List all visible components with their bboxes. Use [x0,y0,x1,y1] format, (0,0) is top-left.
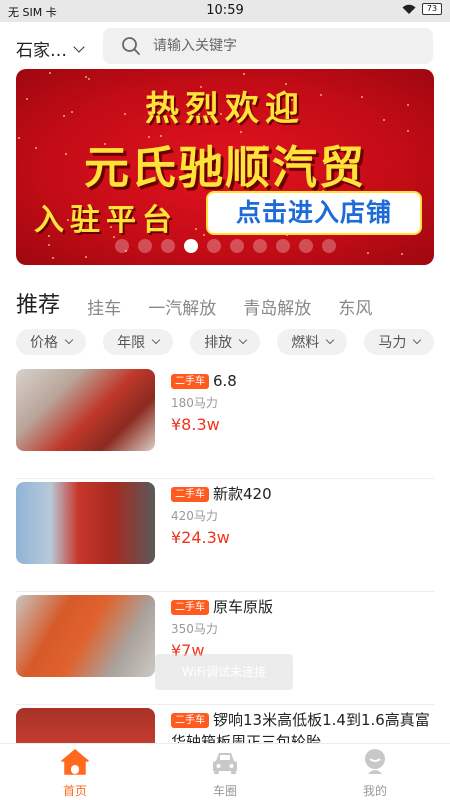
filter-emission[interactable]: 排放 [190,329,261,355]
vehicle-title: 新款420 [213,485,272,503]
status-indicators: 73 [402,3,442,15]
vehicle-list: 二手车 6.8 180马力 ¥8.3w 二手车 新款420 420马力 ¥24.3w… [16,366,434,800]
city-label: 石家… [16,41,67,61]
vehicle-thumbnail [16,482,155,564]
category-tabs: 推荐 挂车 一汽解放 青岛解放 东风 [16,287,450,323]
nav-home[interactable]: 首页 [35,748,115,799]
banner-welcome-text: 热烈欢迎 [145,89,305,129]
wifi-debug-toast: WiFi调试未连接 [155,654,293,690]
carousel-dot[interactable] [114,239,129,253]
filter-label: 燃料 [291,335,320,351]
chevron-down-icon [151,335,161,345]
filter-label: 价格 [30,335,58,351]
search-bar[interactable] [103,28,433,64]
chevron-down-icon [326,335,335,345]
used-car-badge: 二手车 [171,374,209,389]
home-icon [61,749,89,775]
battery-icon: 73 [422,3,442,15]
header: 石家… [0,22,450,68]
carousel-dot[interactable] [321,239,336,253]
banner-sparkle [85,76,87,78]
vehicle-thumbnail [16,595,155,677]
banner-sparkle [85,256,87,258]
nav-car-circle[interactable]: 车圈 [185,748,265,799]
nav-profile-label: 我的 [362,784,387,798]
banner-sparkle [401,253,403,255]
nav-home-label: 首页 [62,784,87,798]
vehicle-horsepower: 180马力 [171,396,218,410]
banner-sparkle [195,228,197,230]
status-bar: 无 SIM 卡 10:59 73 [0,0,450,22]
filter-price[interactable]: 价格 [16,329,86,355]
chevron-down-icon [413,335,422,345]
status-time: 10:59 [206,3,244,18]
banner-platform-text: 入驻平台 [34,203,178,238]
vehicle-title: 原车原版 [213,598,274,616]
bottom-nav: 首页 车圈 我的 [0,743,450,800]
filter-label: 马力 [378,335,407,351]
promo-banner[interactable]: 热烈欢迎 元氏驰顺汽贸 入驻平台 点击进入店铺 [16,69,434,265]
used-car-badge: 二手车 [171,487,209,502]
carousel-dot[interactable] [183,239,198,253]
vehicle-price: ¥24.3w [171,528,230,547]
filter-label: 年限 [117,335,146,351]
banner-shop-name: 元氏驰顺汽贸 [83,141,366,194]
search-input[interactable] [153,28,423,64]
carousel-dot[interactable] [275,239,290,253]
vehicle-horsepower: 420马力 [171,509,218,523]
tab-trailer[interactable]: 挂车 [87,294,121,319]
tab-dongfeng[interactable]: 东风 [338,294,372,319]
banner-sparkle [52,257,54,259]
vehicle-horsepower: 350马力 [171,622,218,636]
wifi-icon [402,4,416,14]
used-car-badge: 二手车 [171,600,209,615]
carousel-dot[interactable] [298,239,313,253]
carousel-dot[interactable] [206,239,221,253]
banner-sparkle [203,234,205,236]
tab-faw-jiefang[interactable]: 一汽解放 [148,294,216,319]
profile-icon [365,749,385,774]
car-icon [213,753,237,774]
nav-car-circle-label: 车圈 [212,784,237,798]
list-item[interactable]: 二手车 新款420 420马力 ¥24.3w [16,479,434,592]
banner-sparkle [88,78,90,80]
tab-qingdao-jiefang[interactable]: 青岛解放 [243,294,311,319]
used-car-badge: 二手车 [171,713,209,728]
enter-shop-button[interactable]: 点击进入店铺 [206,191,422,235]
city-selector[interactable]: 石家… [16,36,85,61]
vehicle-title: 6.8 [213,372,237,390]
vehicle-price: ¥8.3w [171,415,220,434]
vehicle-thumbnail [16,369,155,451]
carousel-dot[interactable] [252,239,267,253]
tab-recommended[interactable]: 推荐 [16,287,60,319]
banner-sparkle [49,72,51,74]
filter-year[interactable]: 年限 [103,329,174,355]
nav-profile[interactable]: 我的 [335,748,415,799]
chevron-down-icon [73,40,85,53]
carousel-dots [16,239,434,253]
filter-fuel[interactable]: 燃料 [277,329,348,355]
carousel-dot[interactable] [229,239,244,253]
list-item[interactable]: 二手车 6.8 180马力 ¥8.3w [16,366,434,479]
chevron-down-icon [64,335,74,345]
carousel-dot[interactable] [137,239,152,253]
chevron-down-icon [238,335,248,345]
search-icon [122,37,140,55]
filter-horsepower[interactable]: 马力 [364,329,435,355]
filter-chips: 价格 年限 排放 燃料 马力 [16,329,450,355]
banner-sparkle [243,73,245,75]
carousel-dot[interactable] [160,239,175,253]
filter-label: 排放 [204,335,233,351]
